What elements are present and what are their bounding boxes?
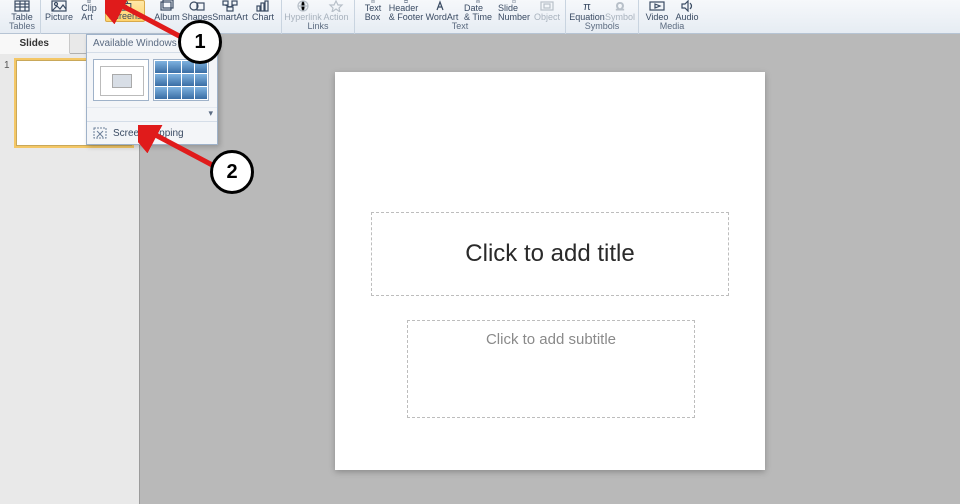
slidenumber-button[interactable]: # Slide Number [497, 0, 531, 22]
smartart-icon [222, 0, 238, 12]
textbox-label: Text Box [365, 4, 382, 22]
canvas[interactable]: Click to add title Click to add subtitle [140, 34, 960, 504]
group-label-media: Media [660, 21, 685, 31]
annotation-1-text: 1 [194, 31, 205, 54]
wordart-icon [434, 0, 450, 12]
chart-icon [255, 0, 271, 12]
available-window-2[interactable] [153, 59, 209, 101]
header-footer-button[interactable]: Header & Footer [389, 0, 423, 22]
picture-label: Picture [45, 13, 73, 22]
thumb-number: 1 [4, 60, 12, 146]
group-media: Video Audio Media [639, 0, 705, 34]
datetime-button[interactable]: Date & Time [461, 0, 495, 22]
chart-button[interactable]: Chart [249, 0, 277, 22]
available-window-1[interactable] [93, 59, 149, 101]
group-label-tables: Tables [9, 21, 35, 31]
slide[interactable]: Click to add title Click to add subtitle [335, 72, 765, 470]
smartart-button[interactable]: SmartArt [213, 0, 247, 22]
hyperlink-icon [295, 0, 311, 12]
group-label-symbols: Symbols [585, 21, 620, 31]
date-label: Date & Time [464, 4, 492, 22]
tab-slides[interactable]: Slides [0, 34, 70, 54]
object-label: Object [534, 13, 560, 22]
svg-text:π: π [583, 1, 591, 12]
wordart-button[interactable]: WordArt [425, 0, 459, 22]
annotation-callout-2: 2 [210, 150, 254, 194]
clipart-button[interactable]: Clip Art [75, 0, 103, 22]
action-icon [328, 0, 344, 12]
symbol-icon: Ω [612, 0, 628, 12]
audio-icon [679, 0, 695, 12]
picture-button[interactable]: Picture [45, 0, 73, 22]
table-button[interactable]: Table [8, 0, 36, 22]
object-icon [539, 0, 555, 12]
group-tables: Table Tables [4, 0, 41, 34]
group-text: Text Box Header & Footer WordArt Date & … [355, 0, 566, 34]
picture-icon [51, 0, 67, 12]
equation-button[interactable]: π Equation [570, 0, 604, 22]
annotation-2-text: 2 [226, 161, 237, 184]
clipart-label: Clip Art [81, 4, 97, 22]
group-label-text: Text [452, 21, 469, 31]
title-placeholder[interactable]: Click to add title [371, 212, 729, 296]
group-symbols: π Equation Ω Symbol Symbols [566, 0, 639, 34]
symbol-button[interactable]: Ω Symbol [606, 0, 634, 22]
svg-text:Ω: Ω [616, 1, 624, 12]
textbox-button[interactable]: Text Box [359, 0, 387, 22]
equation-icon: π [579, 0, 595, 12]
table-icon [14, 0, 30, 12]
header-label: Header & Footer [389, 4, 424, 22]
annotation-callout-1: 1 [178, 20, 222, 64]
chart-label: Chart [252, 13, 274, 22]
object-button[interactable]: Object [533, 0, 561, 22]
video-button[interactable]: Video [643, 0, 671, 22]
video-icon [649, 0, 665, 12]
action-button[interactable]: Action [322, 0, 350, 22]
hyperlink-button[interactable]: Hyperlink [286, 0, 320, 22]
group-links: Hyperlink Action Links [282, 0, 355, 34]
audio-button[interactable]: Audio [673, 0, 701, 22]
slidenum-label: Slide Number [498, 4, 530, 22]
group-label-links: Links [307, 21, 328, 31]
dropdown-expand[interactable]: ▾ [87, 107, 217, 121]
smartart-label: SmartArt [212, 13, 248, 22]
subtitle-placeholder[interactable]: Click to add subtitle [407, 320, 695, 418]
clipping-icon [93, 127, 107, 139]
